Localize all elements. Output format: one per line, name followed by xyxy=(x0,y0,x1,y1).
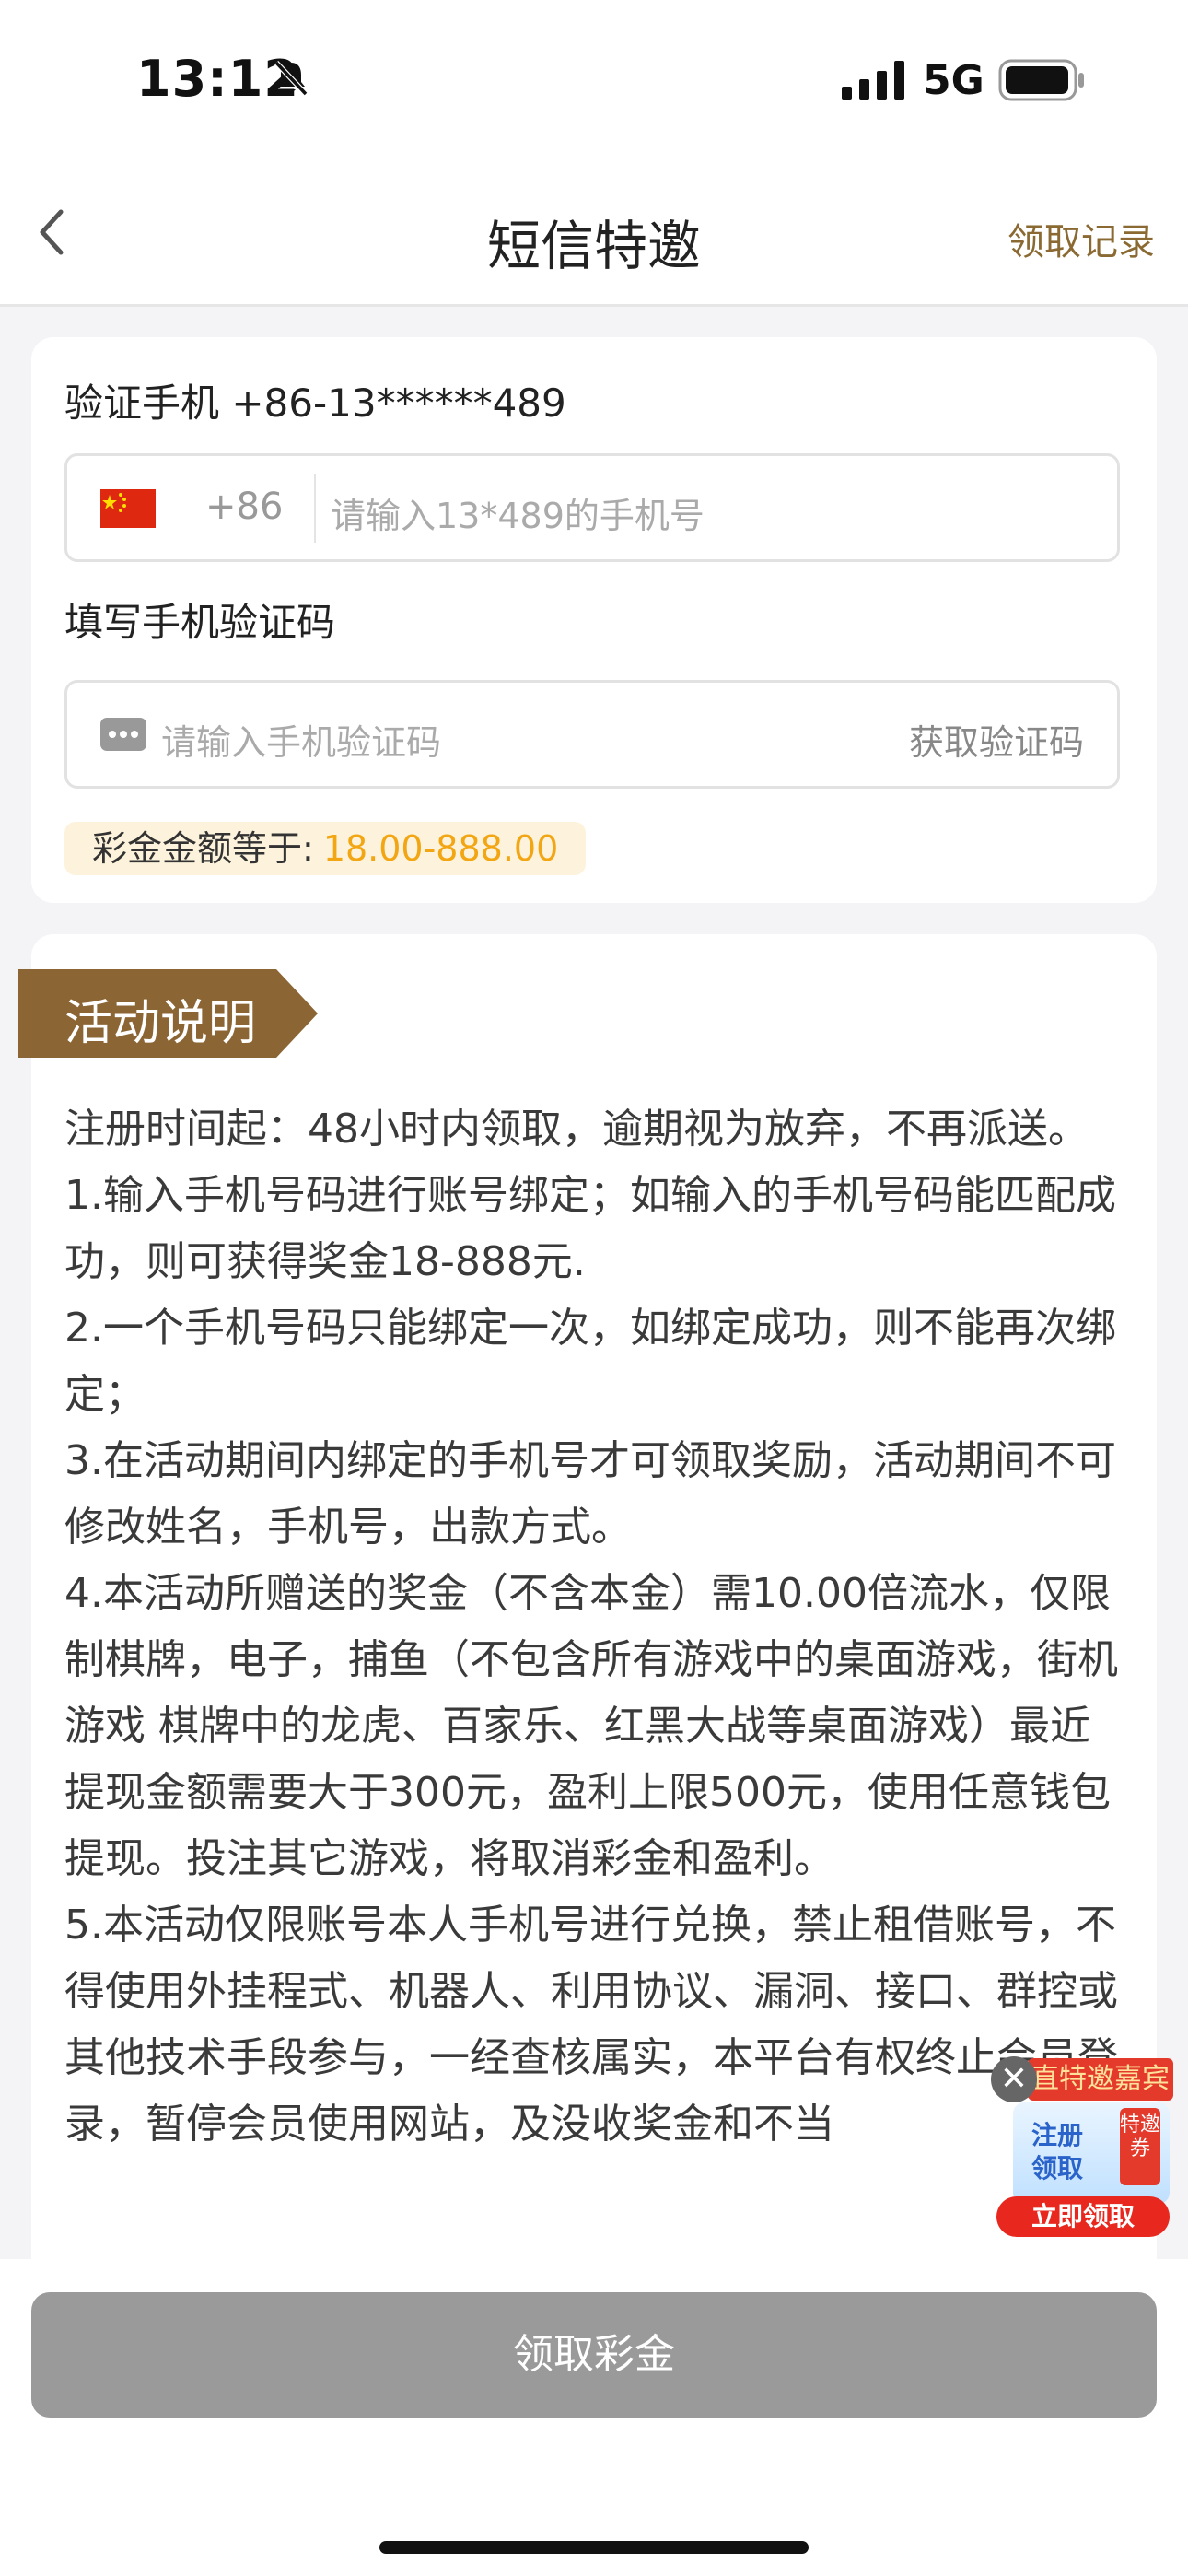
description-paragraph: 2.一个手机号码只能绑定一次，如绑定成功，则不能再次绑定； xyxy=(64,1305,1116,1418)
home-indicator xyxy=(379,2541,809,2554)
bonus-amount-badge: 彩金金额等于: 18.00-888.00 xyxy=(64,822,587,875)
bonus-amount-value: 18.00-888.00 xyxy=(322,828,559,869)
description-paragraph: 3.在活动期间内绑定的手机号才可领取奖励，活动期间不可修改姓名，手机号，出款方式… xyxy=(64,1437,1116,1551)
keyboard-dots-icon xyxy=(100,718,146,751)
network-type: 5G xyxy=(923,57,984,104)
description-paragraph: 5.本活动仅限账号本人手机号进行兑换，禁止租借账号，不得使用外挂程式、机器人、利… xyxy=(64,1902,1118,2148)
get-code-button[interactable]: 获取验证码 xyxy=(909,714,1084,765)
close-icon[interactable]: ✕ xyxy=(991,2056,1037,2102)
promo-badge-line1: 注册 xyxy=(1031,2120,1084,2150)
status-bar: 13:12 5G xyxy=(0,0,1188,166)
sms-code-placeholder: 请输入手机验证码 xyxy=(161,722,442,763)
bonus-amount-label: 彩金金额等于: xyxy=(92,828,314,869)
verify-phone-label: 验证手机 +86-13******489 xyxy=(64,381,566,426)
description-title: 活动说明 xyxy=(64,996,257,1051)
battery-icon xyxy=(998,59,1084,101)
sms-code-label: 填写手机验证码 xyxy=(64,600,336,645)
signal-icon xyxy=(842,61,904,100)
sms-code-input-field[interactable]: 请输入手机验证码 获取验证码 xyxy=(64,680,1120,789)
description-paragraph: 注册时间起：48小时内领取，逾期视为放弃，不再派送。 xyxy=(64,1106,1089,1153)
phone-input-field[interactable]: +86 请输入13*489的手机号 xyxy=(64,453,1120,562)
verify-form-card: 验证手机 +86-13******489 +86 请输入13*489的手机号 填… xyxy=(31,337,1157,903)
promo-badge-line2: 领取 xyxy=(1031,2153,1084,2184)
china-flag-icon xyxy=(100,489,156,528)
description-text: 注册时间起：48小时内领取，逾期视为放弃，不再派送。 1.输入手机号码进行账号绑… xyxy=(64,1096,1124,2158)
promo-badge-tag: 特邀券 xyxy=(1120,2108,1160,2185)
claim-bonus-button[interactable]: 领取彩金 xyxy=(31,2292,1157,2418)
promo-badge-banner: 直特邀嘉宾 xyxy=(1028,2058,1173,2101)
phone-placeholder: 请输入13*489的手机号 xyxy=(331,496,705,536)
description-paragraph: 4.本活动所赠送的奖金（不含本金）需10.00倍流水，仅限制棋牌，电子，捕鱼（不… xyxy=(64,1570,1118,1882)
country-code[interactable]: +86 xyxy=(205,486,283,528)
nav-bar: 短信特邀 领取记录 xyxy=(0,166,1188,307)
claim-records-link[interactable]: 领取记录 xyxy=(1007,212,1155,265)
bell-muted-icon xyxy=(274,60,309,97)
field-divider xyxy=(314,474,316,543)
description-paragraph: 1.输入手机号码进行账号绑定；如输入的手机号码能匹配成功，则可获得奖金18-88… xyxy=(64,1172,1116,1285)
promo-claim-now-button[interactable]: 立即领取 xyxy=(996,2196,1170,2237)
